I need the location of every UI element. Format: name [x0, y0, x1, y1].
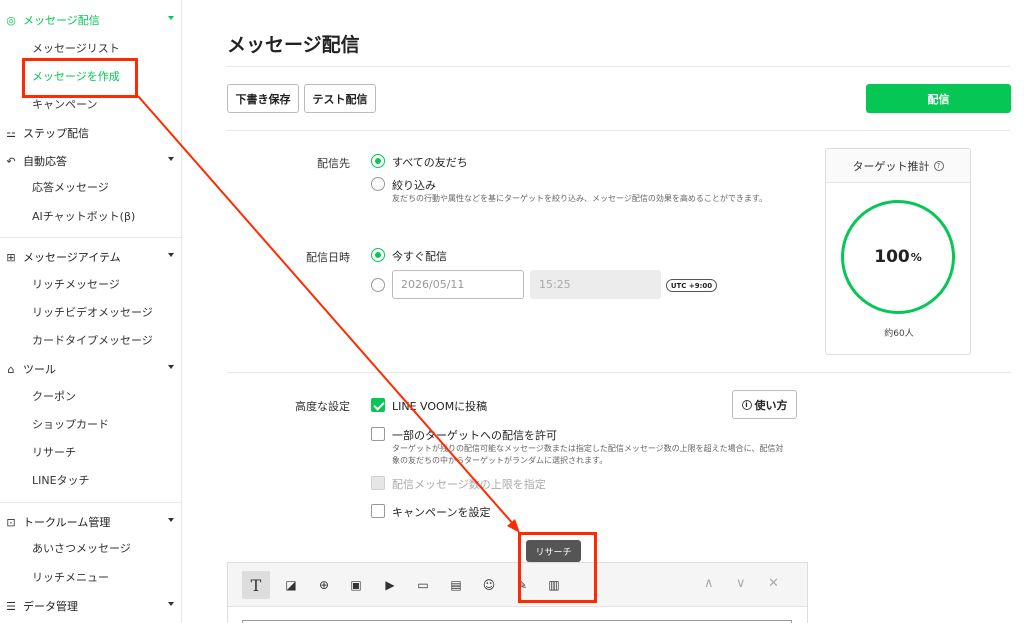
annotation-highlight-create-message — [22, 58, 138, 98]
sidebar-divider — [0, 502, 182, 503]
sticker-tool-icon[interactable]: ◪ — [277, 571, 305, 599]
info-icon: i — [741, 399, 752, 410]
sidebar-group-data[interactable]: ☰ データ管理 — [0, 595, 182, 617]
date-input[interactable]: 2026/05/11 — [392, 270, 524, 299]
advanced-label: 高度な設定 — [295, 400, 350, 413]
image-tool-icon[interactable]: ▣ — [342, 571, 370, 599]
sidebar-group-message-broadcast[interactable]: ◎ メッセージ配信 — [0, 9, 182, 31]
video-tool-icon[interactable]: ▶ — [376, 571, 404, 599]
target-estimate-title: ターゲット推計 — [852, 159, 930, 173]
card-tool-icon[interactable]: ▭ — [409, 571, 437, 599]
chevron-down-icon — [168, 16, 174, 20]
chevron-down-icon — [168, 602, 174, 606]
partial-target-checkbox[interactable] — [371, 427, 385, 441]
help-icon[interactable]: ? — [933, 160, 944, 171]
target-count: 約60人 — [884, 329, 914, 339]
sidebar-group-message-items[interactable]: ⊞ メッセージアイテム — [0, 246, 182, 268]
campaign-label: キャンペーンを設定 — [392, 506, 491, 519]
page-title: メッセージ配信 — [227, 34, 360, 56]
filter-help-text: 友だちの行動や属性などを基にターゲットを絞り込み、メッセージ配信の効果を高めるこ… — [392, 194, 768, 203]
move-up-icon[interactable]: ∧ — [704, 576, 714, 591]
add-tool-icon[interactable]: ⊕ — [310, 571, 338, 599]
sidebar-item-reply-message[interactable]: 応答メッセージ — [32, 178, 109, 198]
chevron-down-icon — [168, 253, 174, 257]
radio-all-friends[interactable] — [371, 154, 385, 168]
timezone-badge: UTC +9:00 — [666, 279, 717, 292]
howto-button[interactable]: i 使い方 — [732, 390, 797, 419]
chevron-down-icon — [168, 157, 174, 161]
partial-target-help: ターゲットが残りの配信可能なメッセージ数または指定した配信メッセージ数の上限を超… — [392, 444, 784, 465]
coupon-tool-icon[interactable]: ☺ — [475, 571, 503, 599]
move-down-icon[interactable]: ∨ — [736, 576, 746, 591]
sidebar-item-campaign[interactable]: キャンペーン — [32, 95, 97, 115]
chevron-down-icon — [168, 518, 174, 522]
radio-scheduled[interactable] — [371, 278, 385, 292]
sidebar-group-step[interactable]: ⚍ ステップ配信 — [0, 122, 182, 144]
limit-checkbox[interactable] — [371, 476, 385, 490]
talkroom-icon: ⊡ — [6, 515, 16, 529]
schedule-label: 配信日時 — [306, 251, 350, 264]
sidebar-item-shop-card[interactable]: ショップカード — [32, 415, 109, 435]
database-icon: ☰ — [6, 599, 16, 613]
sidebar-group-auto-reply[interactable]: ↶ 自動応答 — [0, 150, 182, 172]
sidebar-item-line-touch[interactable]: LINEタッチ — [32, 471, 90, 491]
limit-label: 配信メッセージ数の上限を指定 — [392, 478, 546, 491]
reply-icon: ↶ — [6, 154, 16, 168]
sidebar-group-label: データ管理 — [23, 600, 78, 613]
sidebar-item-research[interactable]: リサーチ — [32, 443, 76, 463]
sidebar-item-rich-menu[interactable]: リッチメニュー — [32, 568, 109, 588]
option-filter-label: 絞り込み — [392, 179, 436, 192]
option-all-friends-label: すべての友だち — [392, 156, 468, 169]
radio-send-now[interactable] — [371, 248, 385, 262]
target-percent: 100 — [874, 247, 910, 267]
sidebar-group-label: ツール — [23, 363, 56, 376]
target-percent-unit: % — [910, 250, 922, 264]
close-icon[interactable]: ✕ — [768, 576, 779, 591]
target-estimate-card: ターゲット推計 ? 100% 約60人 — [825, 148, 971, 355]
sidebar-item-rich-video[interactable]: リッチビデオメッセージ — [32, 303, 153, 323]
message-item-icon: ⊞ — [6, 250, 16, 264]
sidebar-divider — [0, 237, 182, 238]
sidebar-group-tools[interactable]: ⌂ ツール — [0, 358, 182, 380]
sidebar-item-message-list[interactable]: メッセージリスト — [32, 39, 120, 59]
sidebar-item-rich-message[interactable]: リッチメッセージ — [32, 275, 120, 295]
divider — [227, 372, 1011, 373]
howto-label: 使い方 — [754, 398, 788, 412]
divider — [227, 130, 1011, 131]
time-input[interactable]: 15:25 — [530, 270, 661, 299]
text-tool-icon[interactable]: T — [242, 571, 270, 599]
send-now-label: 今すぐ配信 — [392, 250, 447, 263]
save-draft-button[interactable]: 下書き保存 — [227, 84, 299, 113]
divider — [227, 66, 1011, 67]
annotation-highlight-research — [518, 532, 597, 603]
radio-filter[interactable] — [371, 177, 385, 191]
sidebar-group-label: メッセージアイテム — [23, 251, 121, 264]
sidebar-group-label: トークルーム管理 — [23, 516, 111, 529]
sidebar-group-label: メッセージ配信 — [23, 14, 100, 27]
target-estimate-header: ターゲット推計 ? — [826, 149, 970, 183]
chevron-down-icon — [168, 365, 174, 369]
target-gauge: 100% — [841, 200, 955, 314]
sidebar-group-label: ステップ配信 — [23, 127, 89, 140]
step-icon: ⚍ — [6, 126, 16, 140]
voom-label: LINE VOOMに投稿 — [392, 400, 488, 413]
sidebar-group-label: 自動応答 — [23, 155, 67, 168]
shop-icon: ⌂ — [7, 362, 15, 376]
voom-checkbox[interactable] — [371, 398, 385, 412]
rich-video-tool-icon[interactable]: ▤ — [442, 571, 470, 599]
test-send-button[interactable]: テスト配信 — [304, 84, 376, 113]
target-label: 配信先 — [317, 157, 350, 170]
sidebar-group-talkroom[interactable]: ⊡ トークルーム管理 — [0, 511, 182, 533]
sidebar-item-ai-chatbot[interactable]: AIチャットボット(β) — [32, 207, 135, 227]
sidebar-item-coupon[interactable]: クーポン — [32, 387, 76, 407]
partial-target-label: 一部のターゲットへの配信を許可 — [392, 429, 557, 442]
broadcast-icon: ◎ — [6, 13, 16, 27]
sidebar-item-card-message[interactable]: カードタイプメッセージ — [32, 331, 153, 351]
send-button[interactable]: 配信 — [866, 84, 1011, 113]
campaign-checkbox[interactable] — [371, 504, 385, 518]
sidebar-item-greeting[interactable]: あいさつメッセージ — [32, 539, 131, 559]
